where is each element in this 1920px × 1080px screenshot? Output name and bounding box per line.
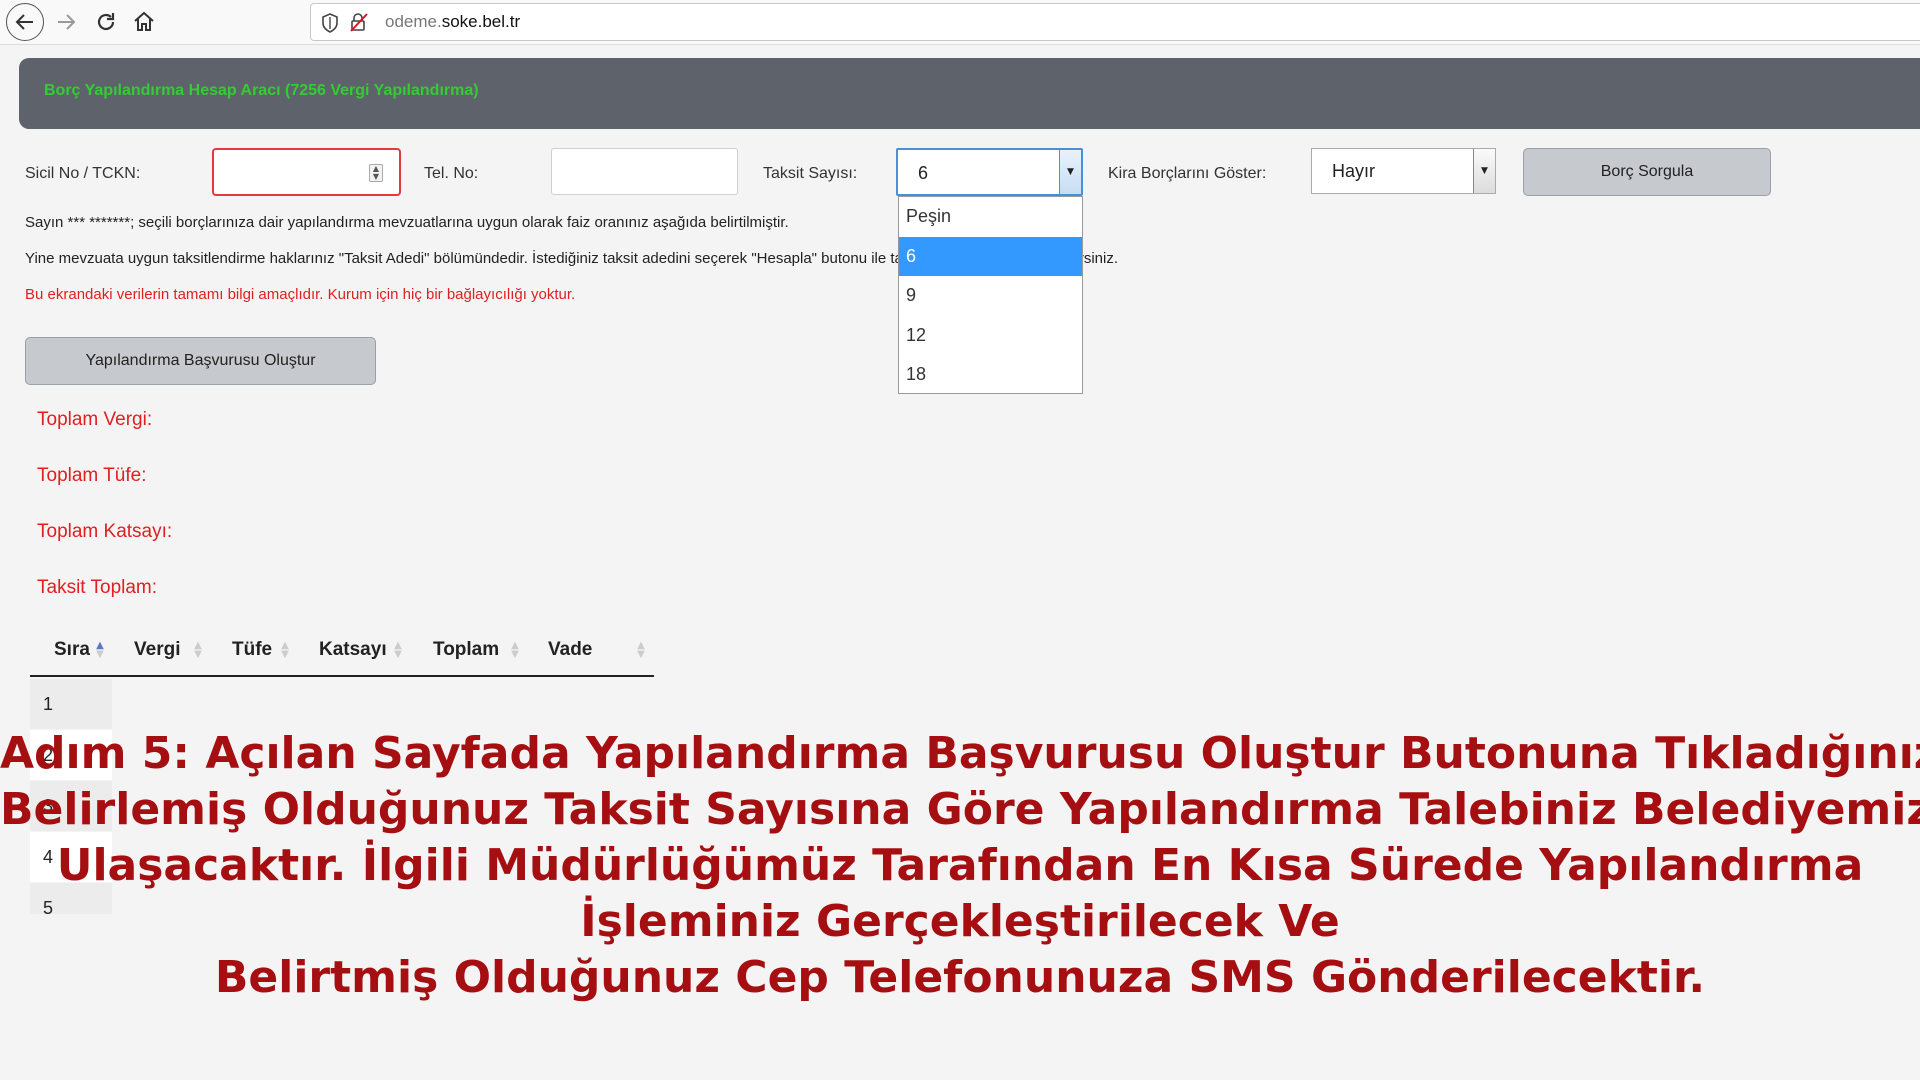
- caption-line-5: Belirtmiş Olduğunuz Cep Telefonunuza SMS…: [214, 952, 1706, 1003]
- sort-icon[interactable]: ▲ ▼: [95, 641, 105, 660]
- caption-line-2: Belirlemiş Olduğunuz Taksit Sayısına Gör…: [0, 784, 1920, 835]
- table-row: 1: [30, 679, 112, 729]
- sort-icon[interactable]: ▲ ▼: [636, 641, 646, 660]
- taksit-label: Taksit Sayısı:: [763, 165, 858, 182]
- browser-toolbar: odeme.soke.bel.tr: [0, 0, 1920, 45]
- arrow-left-icon: [15, 14, 33, 30]
- column-header-vergi[interactable]: Vergi: [134, 639, 180, 661]
- borc-sorgula-button[interactable]: Borç Sorgula: [1523, 148, 1771, 196]
- home-button[interactable]: [126, 4, 162, 40]
- url-domain: soke.bel.tr: [441, 12, 521, 31]
- taksit-option-6[interactable]: 6: [899, 236, 1082, 276]
- taksit-option-pesin[interactable]: Peşin: [899, 197, 1082, 237]
- yapilandirma-basvurusu-button[interactable]: Yapılandırma Başvurusu Oluştur: [25, 337, 376, 385]
- taksit-toplam-label: Taksit Toplam:: [37, 577, 158, 598]
- kira-selected-value: Hayır: [1332, 161, 1376, 181]
- chevron-down-icon[interactable]: ▼: [1059, 150, 1081, 194]
- taksit-select[interactable]: 6 ▼: [896, 148, 1083, 196]
- taksit-dropdown-list[interactable]: Peşin 6 9 12 18: [898, 196, 1083, 394]
- column-header-toplam[interactable]: Toplam: [433, 639, 499, 661]
- sort-icon[interactable]: ▲ ▼: [280, 641, 290, 660]
- instruction-caption: Adım 5: Açılan Sayfada Yapılandırma Başv…: [0, 726, 1920, 1006]
- column-header-tufe[interactable]: Tüfe: [232, 639, 272, 661]
- taksit-option-9[interactable]: 9: [899, 276, 1082, 316]
- info-line-1: Sayın *** *******; seçili borçlarınıza d…: [25, 214, 789, 231]
- chevron-down-icon[interactable]: ▼: [1473, 149, 1495, 193]
- url-subdomain: odeme.: [385, 12, 442, 31]
- arrow-right-icon: [58, 14, 76, 30]
- home-icon: [134, 11, 154, 31]
- sort-icon[interactable]: ▲ ▼: [510, 641, 520, 660]
- reload-icon: [97, 13, 115, 31]
- caption-line-3: Ulaşacaktır. İlgili Müdürlüğümüz Tarafın…: [56, 840, 1864, 891]
- insecure-lock-icon[interactable]: [349, 12, 369, 32]
- warning-text: Bu ekrandaki verilerin tamamı bilgi amaç…: [25, 286, 576, 303]
- column-header-sira[interactable]: Sıra: [54, 639, 90, 661]
- kira-label: Kira Borçlarını Göster:: [1108, 165, 1267, 182]
- forward-button[interactable]: [48, 4, 84, 40]
- back-button[interactable]: [6, 3, 44, 41]
- caption-line-4: İşleminiz Gerçekleştirilecek Ve: [580, 896, 1340, 947]
- column-header-katsayi[interactable]: Katsayı: [319, 639, 387, 661]
- table-header-divider: [30, 675, 654, 677]
- caption-line-1: Adım 5: Açılan Sayfada Yapılandırma Başv…: [0, 728, 1920, 779]
- sort-icon[interactable]: ▲ ▼: [193, 641, 203, 660]
- address-bar[interactable]: odeme.soke.bel.tr: [310, 3, 1920, 41]
- number-spinner[interactable]: ▲ ▼: [369, 164, 383, 182]
- column-header-vade[interactable]: Vade: [548, 639, 592, 661]
- taksit-option-12[interactable]: 12: [899, 316, 1082, 356]
- kira-select[interactable]: Hayır ▼: [1311, 148, 1496, 194]
- page-title: Borç Yapılandırma Hesap Aracı (7256 Verg…: [44, 82, 479, 99]
- url-text[interactable]: odeme.soke.bel.tr: [385, 12, 520, 32]
- sicil-input[interactable]: ▲ ▼: [212, 148, 401, 196]
- taksit-selected-value: 6: [918, 163, 929, 183]
- sicil-label: Sicil No / TCKN:: [25, 165, 141, 182]
- reload-button[interactable]: [88, 4, 124, 40]
- tel-input[interactable]: [551, 148, 738, 195]
- sort-icon[interactable]: ▲ ▼: [393, 641, 403, 660]
- toplam-katsayi-label: Toplam Katsayı:: [37, 521, 173, 542]
- taksit-option-18[interactable]: 18: [899, 355, 1082, 395]
- toplam-vergi-label: Toplam Vergi:: [37, 409, 153, 430]
- toplam-tufe-label: Toplam Tüfe:: [37, 465, 147, 486]
- header-banner: Borç Yapılandırma Hesap Aracı (7256 Verg…: [19, 58, 1920, 129]
- shield-icon[interactable]: [321, 13, 339, 33]
- tel-label: Tel. No:: [424, 165, 479, 182]
